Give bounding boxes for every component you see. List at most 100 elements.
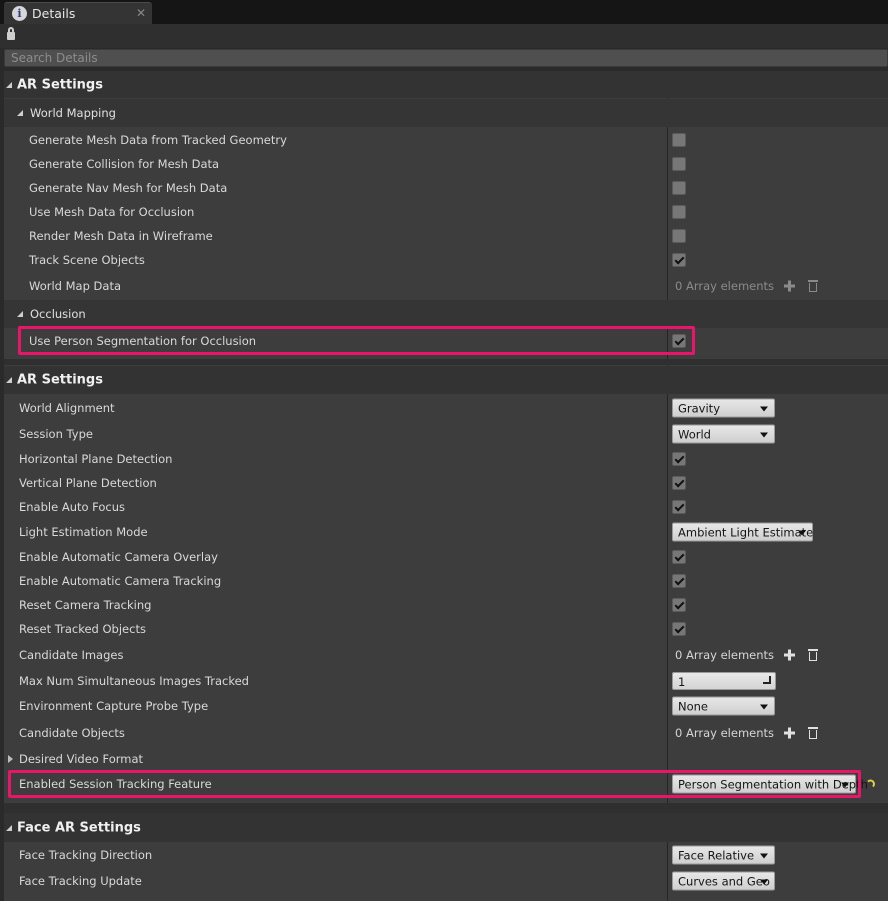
expand-arrow-icon[interactable] <box>17 110 23 116</box>
prop-light-estimation: Light Estimation Mode Ambient Light Esti… <box>4 520 888 544</box>
array-count: 0 Array elements <box>675 726 775 740</box>
search-box <box>4 49 888 67</box>
group-title: Occlusion <box>30 307 86 321</box>
checkbox[interactable] <box>672 133 686 147</box>
tab-bar: i Details ✕ <box>0 0 888 24</box>
prop-label: Enabled Session Tracking Feature <box>19 777 212 791</box>
expand-arrow-icon[interactable] <box>17 311 23 317</box>
prop-label: Environment Capture Probe Type <box>19 699 209 713</box>
env-probe-dropdown[interactable]: None <box>672 696 775 716</box>
close-icon[interactable]: ✕ <box>136 6 146 20</box>
prop-person-segmentation-occlusion: Use Person Segmentation for Occlusion <box>4 329 888 353</box>
toolbar <box>0 24 888 48</box>
chevron-down-icon <box>798 530 806 536</box>
prop-face-tracking-update: Face Tracking Update Curves and Geo <box>4 869 888 893</box>
prop-generate-collision: Generate Collision for Mesh Data <box>4 152 888 176</box>
face-update-dropdown[interactable]: Curves and Geo <box>672 871 775 891</box>
prop-label: Generate Nav Mesh for Mesh Data <box>29 181 228 195</box>
prop-label: Reset Camera Tracking <box>19 598 152 612</box>
add-element-icon[interactable] <box>784 727 795 739</box>
checkbox[interactable] <box>672 574 686 588</box>
array-count: 0 Array elements <box>675 279 775 293</box>
chevron-down-icon <box>760 704 768 710</box>
category-ar-settings[interactable]: AR Settings <box>4 71 888 98</box>
group-title: World Mapping <box>30 106 116 120</box>
expand-arrow-icon[interactable] <box>6 377 12 383</box>
prop-label: Enable Automatic Camera Overlay <box>19 550 218 564</box>
category-title: AR Settings <box>17 372 103 388</box>
group-world-mapping[interactable]: World Mapping <box>4 99 888 127</box>
world-alignment-dropdown[interactable]: Gravity <box>672 398 775 418</box>
prop-label: Render Mesh Data in Wireframe <box>29 229 213 243</box>
prop-reset-camera-tracking: Reset Camera Tracking <box>4 593 888 617</box>
prop-label: Generate Collision for Mesh Data <box>29 157 220 171</box>
expand-arrow-icon[interactable] <box>6 81 12 88</box>
face-direction-dropdown[interactable]: Face Relative <box>672 845 775 865</box>
prop-label: World Map Data <box>29 279 121 293</box>
tab-title: Details <box>32 6 76 21</box>
checkbox[interactable] <box>672 452 686 466</box>
prop-camera-overlay: Enable Automatic Camera Overlay <box>4 545 888 569</box>
prop-label: Session Type <box>19 427 93 441</box>
prop-auto-focus: Enable Auto Focus <box>4 495 888 519</box>
session-type-dropdown[interactable]: World <box>672 424 775 444</box>
group-occlusion[interactable]: Occlusion <box>4 300 888 328</box>
array-count: 0 Array elements <box>675 648 775 662</box>
prop-label: Desired Video Format <box>19 752 144 766</box>
prop-label: Use Person Segmentation for Occlusion <box>29 334 257 348</box>
prop-label: Face Tracking Direction <box>19 848 153 862</box>
checkbox[interactable] <box>672 500 686 514</box>
checkbox[interactable] <box>672 181 686 195</box>
prop-desired-video-format[interactable]: Desired Video Format <box>4 747 888 771</box>
tracking-feature-dropdown[interactable]: Person Segmentation with Depth <box>672 774 868 794</box>
checkbox[interactable] <box>672 598 686 612</box>
prop-label: World Alignment <box>19 401 115 415</box>
prop-label: Light Estimation Mode <box>19 525 148 539</box>
checkbox[interactable] <box>672 334 686 348</box>
checkbox[interactable] <box>672 253 686 267</box>
add-element-icon[interactable] <box>784 280 795 292</box>
checkbox[interactable] <box>672 229 686 243</box>
chevron-down-icon <box>760 879 768 885</box>
max-images-numeric-field[interactable]: 1 <box>672 672 776 690</box>
lock-icon[interactable] <box>7 27 15 40</box>
category-title: AR Settings <box>17 77 103 92</box>
tab-details[interactable]: i Details ✕ <box>4 2 152 24</box>
expand-arrow-icon[interactable] <box>6 824 12 831</box>
prop-label: Candidate Images <box>19 648 124 662</box>
resize-grip-icon <box>763 676 771 684</box>
search-input[interactable] <box>5 50 887 66</box>
checkbox[interactable] <box>672 205 686 219</box>
checkbox[interactable] <box>672 157 686 171</box>
expand-arrow-icon[interactable] <box>8 755 13 763</box>
trash-icon[interactable] <box>808 649 818 661</box>
light-estimation-dropdown[interactable]: Ambient Light Estimate <box>672 522 813 542</box>
section-gap <box>4 803 888 813</box>
details-panel: AR Settings World Mapping Generate Mesh … <box>4 71 888 901</box>
section-gap <box>4 359 888 365</box>
prop-session-tracking-feature: Enabled Session Tracking Feature Person … <box>4 772 888 796</box>
trash-icon[interactable] <box>808 727 818 739</box>
prop-label: Horizontal Plane Detection <box>19 452 173 466</box>
checkbox[interactable] <box>672 550 686 564</box>
prop-generate-nav-mesh: Generate Nav Mesh for Mesh Data <box>4 176 888 200</box>
category-face-ar-settings[interactable]: Face AR Settings <box>4 813 888 842</box>
prop-label: Use Mesh Data for Occlusion <box>29 205 195 219</box>
trash-icon[interactable] <box>808 280 818 292</box>
prop-track-scene-objects: Track Scene Objects <box>4 248 888 272</box>
add-element-icon[interactable] <box>784 649 795 661</box>
category-ar-settings-2[interactable]: AR Settings <box>4 366 888 394</box>
checkbox[interactable] <box>672 622 686 636</box>
category-title: Face AR Settings <box>17 820 141 835</box>
prop-max-images: Max Num Simultaneous Images Tracked 1 <box>4 669 888 693</box>
prop-mesh-occlusion: Use Mesh Data for Occlusion <box>4 200 888 224</box>
prop-label: Enable Automatic Camera Tracking <box>19 574 222 588</box>
prop-wireframe: Render Mesh Data in Wireframe <box>4 224 888 248</box>
prop-label: Generate Mesh Data from Tracked Geometry <box>29 133 287 147</box>
prop-label: Track Scene Objects <box>29 253 145 267</box>
checkbox[interactable] <box>672 476 686 490</box>
chevron-down-icon <box>760 853 768 859</box>
reset-to-default-icon[interactable] <box>866 779 875 789</box>
prop-label: Reset Tracked Objects <box>19 622 146 636</box>
prop-label: Max Num Simultaneous Images Tracked <box>19 674 249 688</box>
